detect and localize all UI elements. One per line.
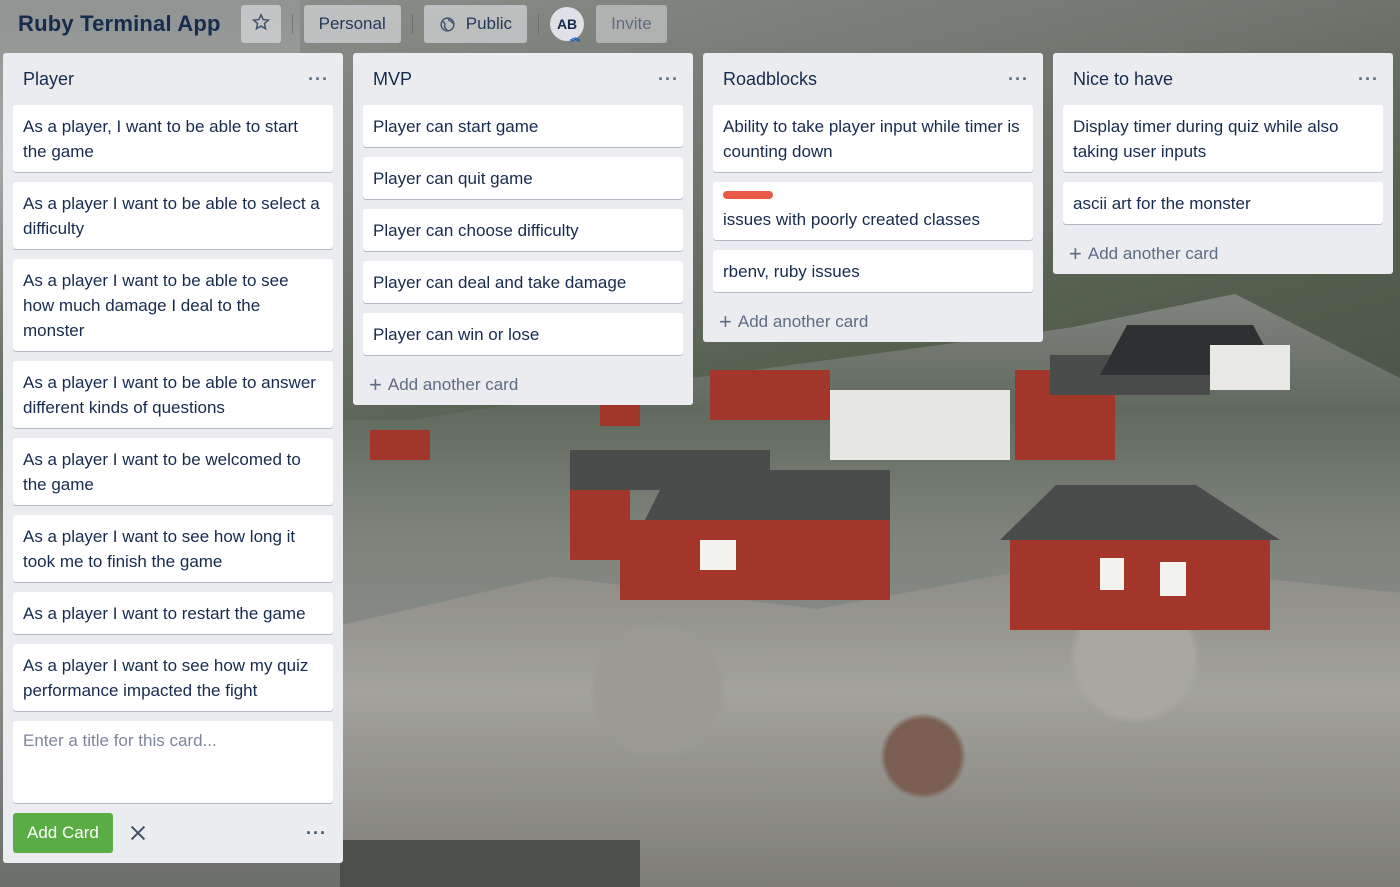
card[interactable]: issues with poorly created classes (713, 182, 1033, 240)
composer-controls: Add Card ··· (13, 813, 333, 853)
ellipsis-icon[interactable]: ··· (306, 823, 327, 844)
plus-icon: + (369, 372, 382, 397)
add-another-card-button[interactable]: + Add another card (1053, 234, 1393, 274)
admin-chevron-icon: ︽ (570, 33, 581, 44)
close-icon[interactable] (127, 822, 149, 844)
add-card-label: Add another card (387, 375, 519, 394)
add-card-button[interactable]: Add Card (13, 813, 113, 853)
list-header: MVP ··· (353, 53, 693, 105)
card[interactable]: Display timer during quiz while also tak… (1063, 105, 1383, 172)
add-another-card-button[interactable]: + Add another card (703, 302, 1043, 342)
card[interactable]: Player can deal and take damage (363, 261, 683, 303)
add-card-label: Add another card (737, 312, 869, 331)
card-title: issues with poorly created classes (723, 210, 981, 229)
card[interactable]: As a player, I want to be able to start … (13, 105, 333, 172)
invite-button[interactable]: Invite (596, 5, 667, 43)
ellipsis-icon[interactable]: ··· (658, 69, 679, 90)
list-header: Nice to have ··· (1053, 53, 1393, 105)
list-title[interactable]: Nice to have (1073, 69, 1173, 90)
board-title[interactable]: Ruby Terminal App (18, 11, 221, 37)
card-label-red[interactable] (723, 191, 773, 199)
card[interactable]: Player can choose difficulty (363, 209, 683, 251)
ellipsis-icon[interactable]: ··· (1358, 69, 1379, 90)
globe-icon (439, 16, 456, 33)
avatar-initials: AB (556, 16, 578, 32)
avatar[interactable]: AB ︽ (550, 7, 585, 44)
board-header: Ruby Terminal App Personal Public AB ︽ I… (0, 0, 1400, 48)
add-another-card-button[interactable]: + Add another card (353, 365, 693, 405)
card[interactable]: As a player I want to be able to select … (13, 182, 333, 249)
list-title[interactable]: MVP (373, 69, 412, 90)
card[interactable]: Player can win or lose (363, 313, 683, 355)
card-title-input[interactable]: Enter a title for this card... (13, 721, 333, 803)
list-title[interactable]: Player (23, 69, 74, 90)
visibility-button[interactable]: Public (423, 5, 528, 43)
list-roadblocks: Roadblocks ··· Ability to take player in… (703, 53, 1043, 342)
card[interactable]: Ability to take player input while timer… (713, 105, 1033, 172)
card[interactable]: As a player I want to be able to see how… (13, 259, 333, 351)
ellipsis-icon[interactable]: ··· (308, 69, 329, 90)
card[interactable]: Player can quit game (363, 157, 683, 199)
plus-icon: + (719, 309, 732, 334)
star-button[interactable] (240, 5, 281, 43)
list-nice-to-have: Nice to have ··· Display timer during qu… (1053, 53, 1393, 274)
card[interactable]: As a player I want to be welcomed to the… (13, 438, 333, 505)
list-player: Player ··· As a player, I want to be abl… (3, 53, 343, 863)
header-divider (291, 14, 293, 34)
card[interactable]: Player can start game (363, 105, 683, 147)
list-mvp: MVP ··· Player can start game Player can… (353, 53, 693, 405)
add-card-label: Add another card (1087, 244, 1219, 263)
card[interactable]: ascii art for the monster (1063, 182, 1383, 224)
list-title[interactable]: Roadblocks (723, 69, 817, 90)
ellipsis-icon[interactable]: ··· (1008, 69, 1029, 90)
visibility-label: Public (465, 14, 513, 33)
list-header: Roadblocks ··· (703, 53, 1043, 105)
header-divider (538, 14, 540, 34)
card[interactable]: rbenv, ruby issues (713, 250, 1033, 292)
card[interactable]: As a player I want to see how long it to… (13, 515, 333, 582)
list-header: Player ··· (3, 53, 343, 105)
personal-button[interactable]: Personal (303, 5, 401, 43)
card[interactable]: As a player I want to see how my quiz pe… (13, 644, 333, 711)
header-divider (411, 14, 413, 34)
plus-icon: + (1069, 241, 1082, 266)
star-icon (251, 12, 270, 36)
card[interactable]: As a player I want to restart the game (13, 592, 333, 634)
card[interactable]: As a player I want to be able to answer … (13, 361, 333, 428)
